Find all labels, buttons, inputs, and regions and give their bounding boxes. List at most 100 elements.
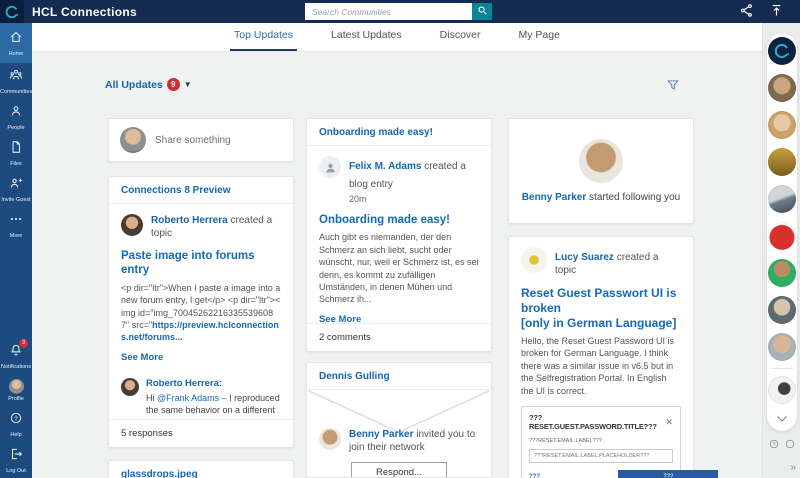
respond-button[interactable]: Respond... [351, 462, 447, 478]
share-something-box[interactable]: Share something [108, 118, 294, 162]
avatar[interactable] [768, 222, 796, 250]
post-time: 20m [349, 194, 479, 204]
feed-column-3: Benny Parker started following you Lucy … [508, 118, 694, 478]
actor-name[interactable]: Roberto Herrera [151, 215, 228, 226]
expand-panel-icon[interactable]: » [790, 462, 800, 473]
profile-avatar [9, 379, 24, 394]
sidebar-item-notifications[interactable]: 3 Notifications [0, 338, 32, 374]
responses-link[interactable]: 5 responses [109, 419, 293, 447]
community-link[interactable]: Connections 8 Preview [109, 177, 293, 204]
actor-name[interactable]: Benny Parker [522, 192, 586, 203]
tab-latest-updates[interactable]: Latest Updates [327, 29, 406, 51]
avatar[interactable] [768, 296, 796, 324]
avatar[interactable] [768, 376, 796, 404]
avatar-placeholder[interactable] [319, 156, 341, 178]
avatar[interactable] [121, 214, 143, 236]
home-icon [9, 30, 23, 49]
sidebar-item-profile[interactable]: Profile [0, 374, 32, 406]
sidebar-item-home[interactable]: Home [0, 23, 32, 63]
avatar[interactable] [319, 428, 341, 450]
communities-icon [9, 68, 23, 87]
file-title-link[interactable]: glassdrops.jpeg [109, 461, 293, 478]
clock-icon[interactable] [769, 436, 779, 454]
file-card: glassdrops.jpeg [108, 460, 294, 478]
right-rail: » [762, 23, 800, 478]
post-body: Hello, the Reset Guest Password UI is br… [521, 335, 681, 397]
comments-link[interactable]: 2 comments [307, 323, 491, 351]
feed-column-2: Onboarding made easy! Felix M. Adams cre… [306, 118, 492, 478]
mention-link[interactable]: @Frank Adams [157, 393, 219, 403]
status-circle-icon[interactable] [785, 436, 795, 454]
notification-badge: 3 [19, 339, 28, 348]
sidebar-item-communities[interactable]: Communities [0, 63, 32, 99]
feed-filter-dropdown[interactable]: All Updates 9 ▼ [105, 78, 192, 91]
avatar[interactable] [768, 185, 796, 213]
topic-card-reset-password: Lucy Suarez created a topic Reset Guest … [508, 236, 694, 478]
inviter-link[interactable]: Dennis Gulling [307, 363, 491, 390]
community-link[interactable]: Onboarding made easy! [307, 119, 491, 146]
tabs-bar: Top Updates Latest Updates Discover My P… [32, 23, 762, 52]
embed-cancel-link: ???RESET.REGISTER.CANCEL??? [529, 474, 618, 478]
avatar[interactable] [121, 378, 139, 396]
feed-filter-badge: 9 [167, 78, 180, 91]
actor-row: Roberto Herrera created a topic [121, 214, 281, 240]
post-title[interactable]: Reset Guest Passwort UI is broken[only i… [521, 286, 681, 331]
avatar[interactable] [521, 247, 547, 273]
close-icon: ✕ [665, 417, 673, 428]
actor-name[interactable]: Lucy Suarez [555, 252, 614, 263]
embed-email-field [529, 449, 673, 463]
more-icon [9, 212, 23, 231]
divider [771, 368, 793, 369]
avatar [120, 127, 146, 153]
embed-submit-button: ???RESET.REGISTER.SUBMIT??? [618, 470, 718, 478]
comment-author[interactable]: Roberto Herrera: [146, 378, 281, 389]
file-icon [9, 140, 23, 159]
avatar[interactable] [768, 259, 796, 287]
share-placeholder: Share something [155, 135, 231, 146]
sidebar-item-invite-guest[interactable]: Invite Guest [0, 171, 32, 207]
sidebar-item-logout[interactable]: Log Out [0, 442, 32, 478]
invite-guest-icon [9, 176, 23, 195]
connections-logo-icon[interactable] [768, 37, 796, 65]
feed-column-1: Share something Connections 8 Preview Ro… [108, 118, 294, 478]
avatar[interactable] [768, 148, 796, 176]
embedded-screenshot: ???RESET.GUEST.PASSWORD.TITLE??? ✕ ???RE… [521, 406, 681, 478]
actor-name[interactable]: Felix M. Adams [349, 161, 421, 172]
chevron-down-icon[interactable] [776, 410, 788, 428]
tab-discover[interactable]: Discover [436, 29, 485, 51]
sidebar-item-more[interactable]: More [0, 207, 32, 243]
search-bar [305, 3, 492, 20]
rail-footer: » [763, 436, 800, 478]
search-button[interactable] [472, 3, 492, 20]
post-title[interactable]: Paste image into forums entry [121, 249, 281, 278]
tab-my-page[interactable]: My Page [515, 29, 564, 51]
sidebar-spacer [0, 243, 32, 338]
chevron-down-icon: ▼ [184, 80, 192, 89]
see-more-link[interactable]: See More [121, 352, 163, 363]
avatar[interactable] [768, 74, 796, 102]
sidebar-item-people[interactable]: People [0, 99, 32, 135]
share-icon[interactable] [739, 3, 754, 23]
back-to-top-icon[interactable] [769, 3, 784, 23]
app-title: HCL Connections [32, 5, 137, 19]
search-icon [477, 4, 488, 19]
app-logo-icon[interactable] [0, 0, 24, 23]
logout-icon [9, 447, 23, 466]
filter-icon[interactable] [666, 78, 680, 97]
actor-name[interactable]: Benny Parker [349, 429, 413, 440]
avatar[interactable] [768, 111, 796, 139]
sidebar-item-files[interactable]: Files [0, 135, 32, 171]
search-input[interactable] [305, 3, 472, 20]
avatar[interactable] [768, 333, 796, 361]
post-body: Auch gibt es niemanden, der den Schmerz … [319, 231, 479, 305]
person-icon [9, 104, 23, 123]
sidebar-item-help[interactable]: ? Help [0, 406, 32, 442]
avatar[interactable] [579, 139, 623, 183]
actor-action: started following you [589, 192, 680, 203]
actor-row: Felix M. Adams created a blog entry 20m [319, 156, 479, 204]
tab-top-updates[interactable]: Top Updates [230, 29, 297, 51]
follow-card: Benny Parker started following you [508, 118, 694, 224]
post-title[interactable]: Onboarding made easy! [319, 213, 479, 227]
help-icon: ? [9, 411, 23, 430]
invite-card: Dennis Gulling Benny Parker invited you … [306, 362, 492, 478]
